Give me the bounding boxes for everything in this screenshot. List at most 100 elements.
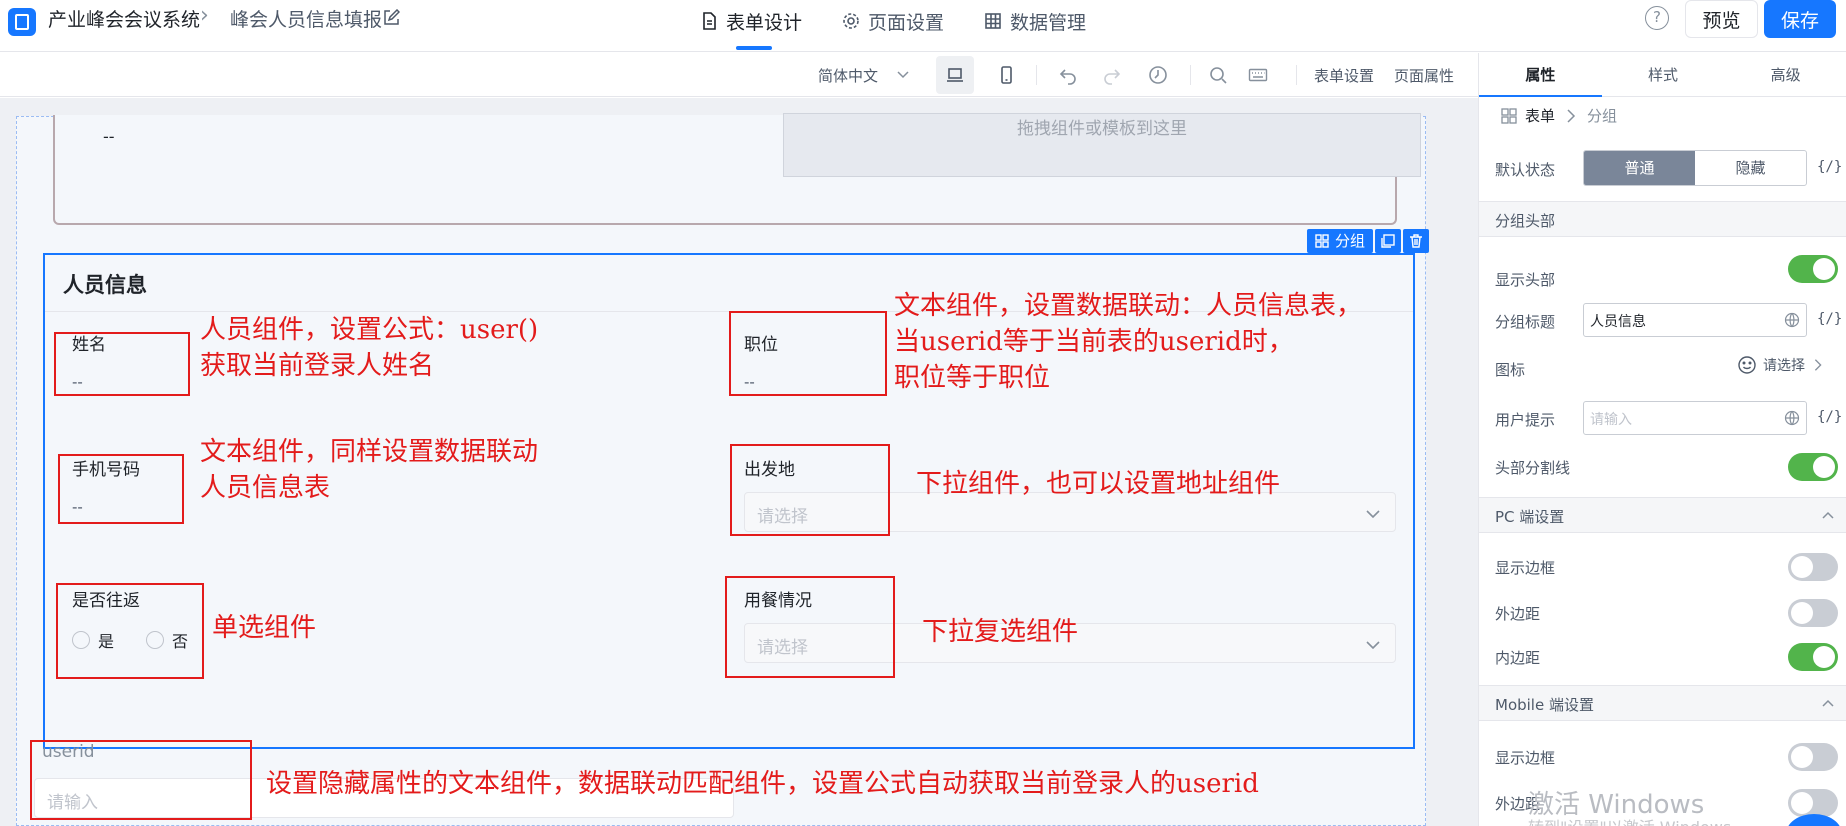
undo-button[interactable] — [1054, 61, 1082, 89]
app-logo-icon[interactable] — [8, 8, 36, 36]
section-title: Mobile 端设置 — [1495, 696, 1594, 714]
annotation-note: 获取当前登录人姓名 — [200, 351, 435, 381]
user-tip-input[interactable]: 请输入 — [1583, 401, 1807, 435]
chevron-up-icon[interactable] — [1821, 509, 1835, 523]
delete-button[interactable] — [1403, 229, 1430, 253]
section-title: 分组头部 — [1495, 212, 1556, 230]
toolbar-divider — [1036, 65, 1037, 85]
globe-icon[interactable] — [1784, 312, 1800, 328]
show-header-toggle[interactable] — [1788, 255, 1838, 283]
chevron-right-icon — [1814, 359, 1822, 371]
group-tag[interactable]: 分组 — [1307, 229, 1374, 253]
previous-group[interactable]: -- 拖拽组件或模板到这里 — [53, 113, 1421, 225]
redo-icon — [1104, 69, 1121, 85]
tab-advanced[interactable]: 高级 — [1724, 53, 1846, 96]
clock-icon — [1149, 66, 1167, 84]
history-button[interactable] — [1144, 61, 1172, 89]
tab-data-management[interactable]: 数据管理 — [984, 0, 1086, 52]
edit-icon[interactable] — [382, 9, 400, 27]
smile-icon — [1738, 356, 1756, 374]
pc-padding-toggle[interactable] — [1788, 643, 1838, 671]
annotation-note: 当userid等于当前表的userid时， — [894, 327, 1294, 357]
chevron-right-icon — [1567, 108, 1576, 123]
search-button[interactable] — [1204, 61, 1232, 89]
gear-icon — [843, 13, 859, 29]
icon-label: 图标 — [1495, 361, 1526, 379]
annotation-note: 单选组件 — [212, 613, 317, 643]
top-bar: 产业峰会会议系统 › 峰会人员信息填报 表单设计 页面设置 数据管理 ? 预览 … — [0, 0, 1846, 52]
toolbar-divider — [1190, 65, 1191, 85]
redo-button[interactable] — [1098, 61, 1126, 89]
default-state-segmented: 普通 隐藏 — [1583, 150, 1807, 186]
pc-show-border-toggle[interactable] — [1788, 553, 1838, 581]
desktop-view-button[interactable] — [936, 56, 974, 94]
input-value: 人员信息 — [1590, 314, 1646, 330]
tab-page-settings[interactable]: 页面设置 — [842, 0, 944, 52]
globe-icon[interactable] — [1784, 410, 1800, 426]
annotation-box — [30, 740, 252, 820]
annotation-box — [54, 332, 190, 396]
laptop-icon — [947, 68, 963, 82]
language-select[interactable]: 简体中文 — [818, 65, 878, 86]
crumb-root[interactable]: 表单 — [1525, 105, 1555, 126]
search-icon — [1210, 67, 1227, 84]
tab-label: 数据管理 — [1010, 12, 1087, 34]
icon-picker[interactable]: 请选择 — [1737, 355, 1825, 375]
page-properties-link[interactable]: 页面属性 — [1394, 65, 1454, 86]
chevron-right-icon: › — [200, 3, 209, 28]
annotation-note: 下拉组件，也可以设置地址组件 — [916, 469, 1281, 499]
mobile-show-border-label: 显示边框 — [1495, 749, 1556, 767]
annotation-box — [58, 454, 184, 524]
mobile-view-button[interactable] — [992, 61, 1020, 89]
property-panel: 属性 样式 高级 表单 分组 默认状态 普通 隐藏 {/} 分组头部 显示头部 … — [1478, 53, 1846, 826]
tab-properties[interactable]: 属性 — [1479, 53, 1602, 97]
pc-show-border-label: 显示边框 — [1495, 559, 1556, 577]
tab-form-design[interactable]: 表单设计 — [700, 0, 802, 52]
copy-button[interactable] — [1375, 229, 1402, 253]
crumb-current: 分组 — [1587, 107, 1618, 125]
group-tag-label: 分组 — [1335, 232, 1366, 250]
pc-margin-label: 外边距 — [1495, 605, 1541, 623]
section-pc-settings[interactable]: PC 端设置 — [1479, 497, 1846, 533]
keyboard-icon — [1248, 68, 1268, 82]
top-tabs: 表单设计 页面设置 数据管理 — [700, 0, 1086, 52]
preview-button[interactable]: 预览 — [1685, 0, 1758, 38]
grid-icon — [1315, 234, 1329, 248]
annotation-note: 文本组件，同样设置数据联动 — [200, 437, 539, 467]
state-hidden-option[interactable]: 隐藏 — [1695, 151, 1806, 185]
formula-button[interactable]: {/} — [1817, 311, 1842, 327]
mobile-show-border-toggle[interactable] — [1788, 743, 1838, 771]
annotation-box — [56, 583, 204, 679]
group-toolbar: 分组 — [1307, 229, 1430, 253]
formula-button[interactable]: {/} — [1817, 159, 1842, 175]
group-title-label: 分组标题 — [1495, 313, 1556, 331]
annotation-note: 人员组件，设置公式：user() — [200, 315, 539, 345]
app-name[interactable]: 产业峰会会议系统 — [48, 8, 200, 32]
icon-picker-label: 请选择 — [1763, 358, 1805, 374]
chevron-down-icon — [1366, 641, 1380, 650]
section-title: PC 端设置 — [1495, 508, 1565, 526]
form-settings-link[interactable]: 表单设置 — [1314, 65, 1374, 86]
panel-tabs: 属性 样式 高级 — [1479, 53, 1846, 97]
drop-zone[interactable]: 拖拽组件或模板到这里 — [783, 113, 1421, 177]
shortcuts-button[interactable] — [1244, 61, 1272, 89]
save-button[interactable]: 保存 — [1764, 0, 1836, 38]
mobile-icon — [1001, 66, 1012, 84]
group-title-input[interactable]: 人员信息 — [1583, 303, 1807, 337]
mobile-margin-toggle[interactable] — [1788, 789, 1838, 817]
header-divider-label: 头部分割线 — [1495, 459, 1571, 477]
formula-button[interactable]: {/} — [1817, 409, 1842, 425]
annotation-note: 设置隐藏属性的文本组件，数据联动匹配组件，设置公式自动获取当前登录人的useri… — [266, 769, 1259, 799]
section-mobile-settings[interactable]: Mobile 端设置 — [1479, 685, 1846, 721]
pc-margin-toggle[interactable] — [1788, 599, 1838, 627]
panel-breadcrumb: 表单 分组 — [1501, 105, 1617, 126]
help-icon[interactable]: ? — [1645, 6, 1669, 30]
header-divider-toggle[interactable] — [1788, 453, 1838, 481]
tab-style[interactable]: 样式 — [1602, 53, 1725, 96]
annotation-note: 人员信息表 — [200, 473, 331, 503]
state-normal-option[interactable]: 普通 — [1584, 151, 1695, 185]
chevron-down-icon[interactable] — [896, 67, 910, 81]
annotation-box — [730, 444, 890, 536]
chevron-up-icon[interactable] — [1821, 697, 1835, 711]
section-group-header: 分组头部 — [1479, 201, 1846, 237]
